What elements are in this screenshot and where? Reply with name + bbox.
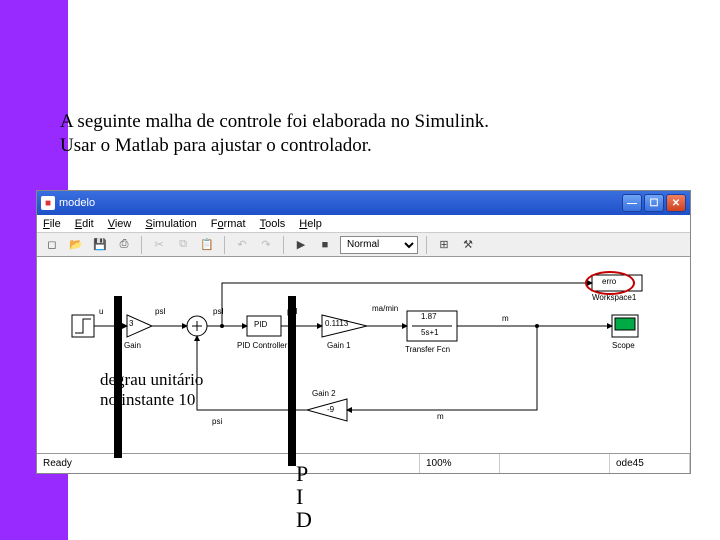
menu-format[interactable]: Format <box>211 218 246 230</box>
intro-line2: Usar o Matlab para ajustar o controlador… <box>60 134 489 158</box>
tf-den: 5s+1 <box>421 328 439 337</box>
scope-label: Scope <box>612 341 635 350</box>
pid-text: PID <box>254 320 267 329</box>
undo-icon[interactable]: ↶ <box>233 236 251 254</box>
redo-icon[interactable]: ↷ <box>257 236 275 254</box>
open-icon[interactable]: 📂 <box>67 236 85 254</box>
minimize-button[interactable]: — <box>622 194 642 212</box>
menu-view[interactable]: View <box>108 218 132 230</box>
play-icon[interactable]: ▶ <box>292 236 310 254</box>
menu-bar: File Edit View Simulation Format Tools H… <box>37 215 690 233</box>
status-bar: Ready 100% ode45 <box>37 453 690 473</box>
menu-help[interactable]: Help <box>299 218 322 230</box>
cut-icon[interactable]: ✂ <box>150 236 168 254</box>
model-canvas[interactable]: u 3 Gain psI psI PID PID Controller psI … <box>37 257 690 453</box>
library-icon[interactable]: ⚒ <box>459 236 477 254</box>
title-bar[interactable]: ■ modelo — ☐ ✕ <box>37 191 690 215</box>
simulink-window: ■ modelo — ☐ ✕ File Edit View Simulation… <box>36 190 691 474</box>
step-port-label: u <box>99 307 103 316</box>
pid-label: PID Controller <box>237 341 287 350</box>
model-browser-icon[interactable]: ⊞ <box>435 236 453 254</box>
step-annotation: degrau unitário no instante 10 <box>100 370 203 409</box>
menu-simulation[interactable]: Simulation <box>145 218 196 230</box>
gain2-value: -9 <box>327 405 334 414</box>
gain2-label: Gain 2 <box>312 389 336 398</box>
gain1-label: Gain 1 <box>327 341 351 350</box>
tf-out-m: m <box>502 314 509 323</box>
window-title: modelo <box>59 197 622 209</box>
app-icon: ■ <box>41 196 55 210</box>
menu-tools[interactable]: Tools <box>260 218 286 230</box>
new-icon[interactable]: ◻ <box>43 236 61 254</box>
feedback-m: m <box>437 412 444 421</box>
paste-icon[interactable]: 📋 <box>198 236 216 254</box>
copy-icon[interactable]: ⧉ <box>174 236 192 254</box>
menu-file[interactable]: File <box>43 218 61 230</box>
status-solver: ode45 <box>610 454 690 473</box>
tool-bar: ◻ 📂 💾 ⎙ ✂ ⧉ 📋 ↶ ↷ ▶ ■ Normal ⊞ ⚒ <box>37 233 690 257</box>
gain-value: 3 <box>129 319 133 328</box>
sum-out-unit: psI <box>213 307 224 316</box>
save-icon[interactable]: 💾 <box>91 236 109 254</box>
status-ready: Ready <box>37 454 420 473</box>
close-button[interactable]: ✕ <box>666 194 686 212</box>
gain-label: Gain <box>124 341 141 350</box>
maximize-button[interactable]: ☐ <box>644 194 664 212</box>
mode-select[interactable]: Normal <box>340 236 418 254</box>
gain1-unit: ma/min <box>372 304 398 313</box>
tf-num: 1.87 <box>421 312 437 321</box>
gain1-value: 0.1113 <box>325 319 348 328</box>
intro-line1: A seguinte malha de controle foi elabora… <box>60 110 489 134</box>
gain2-unit: psi <box>212 417 222 426</box>
pid-letters: PID <box>296 462 312 531</box>
print-icon[interactable]: ⎙ <box>115 236 133 254</box>
tf-label: Transfer Fcn <box>405 345 450 354</box>
stop-icon[interactable]: ■ <box>316 236 334 254</box>
intro-text: A seguinte malha de controle foi elabora… <box>60 110 489 158</box>
pid-pointer-bar <box>288 296 296 466</box>
erro-highlight-oval <box>585 271 635 295</box>
status-zoom: 100% <box>420 454 500 473</box>
menu-edit[interactable]: Edit <box>75 218 94 230</box>
gain-out-unit: psI <box>155 307 166 316</box>
